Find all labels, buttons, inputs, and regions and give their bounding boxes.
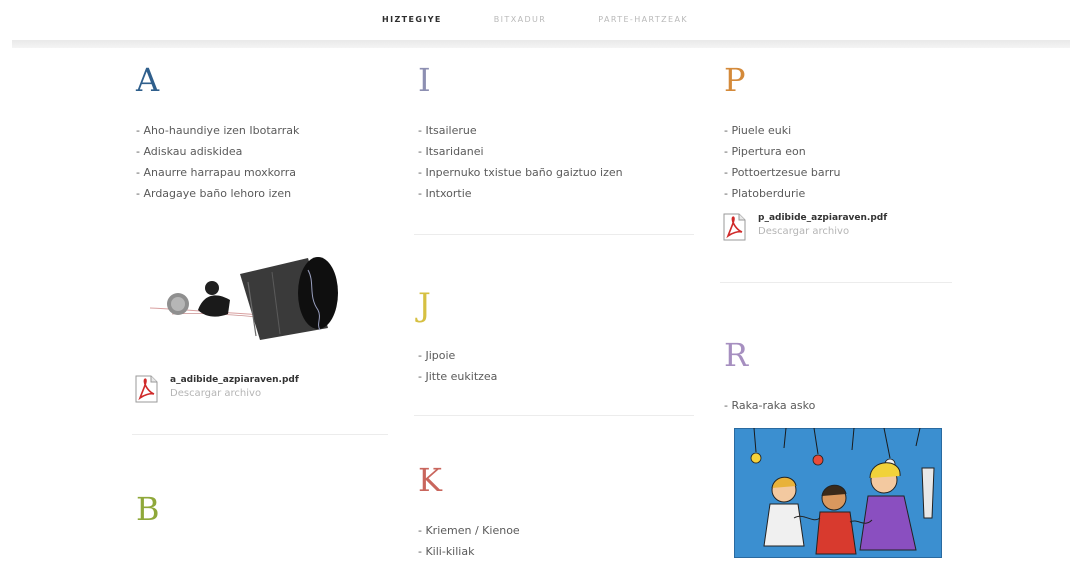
letter-heading-p: P (724, 61, 746, 99)
section-j: J - Jipoie - Jitte eukitzea (414, 235, 694, 416)
list-item[interactable]: - Platoberdurie (724, 183, 952, 204)
attachment-filename[interactable]: a_adibide_azpiaraven.pdf (170, 374, 299, 387)
nav-hiztegiye[interactable]: HIZTEGIYE (382, 15, 442, 24)
section-p: P - Piuele euki - Pipertura eon - Pottoe… (720, 64, 952, 283)
list-item[interactable]: - Anaurre harrapau moxkorra (136, 162, 388, 183)
list-item[interactable]: - Inpernuko txistue baño gaiztuo izen (418, 162, 694, 183)
pdf-file-icon[interactable] (720, 212, 748, 242)
column-1: A - Aho-haundiye izen Ibotarrak - Adiska… (132, 56, 388, 549)
list-item[interactable]: - Ardagaye baño lehoro izen (136, 183, 388, 204)
top-navigation: HIZTEGIYE BITXADUR PARTE-HARTZEAK (0, 0, 1070, 38)
word-list-k: - Kriemen / Kienoe - Kili-kiliak (414, 520, 694, 562)
attachment-filename[interactable]: p_adibide_azpiaraven.pdf (758, 212, 887, 225)
download-link[interactable]: Descargar archivo (170, 387, 299, 401)
lying-can-illustration (149, 257, 338, 340)
list-item[interactable]: - Pottoertzesue barru (724, 162, 952, 183)
children-drawing (734, 428, 942, 558)
nav-bitxadur[interactable]: BITXADUR (494, 15, 546, 24)
attachment-p: p_adibide_azpiaraven.pdf Descargar archi… (720, 212, 952, 242)
letter-heading-j: J (418, 286, 431, 324)
section-b: B (132, 435, 388, 533)
letter-heading-k: K (418, 461, 442, 499)
navbar-divider (12, 40, 1070, 48)
letter-heading-b: B (136, 490, 160, 528)
word-list-j: - Jipoie - Jitte eukitzea (414, 345, 694, 387)
list-item[interactable]: - Intxortie (418, 183, 694, 204)
letter-heading-a: A (136, 61, 160, 99)
column-2: I - Itsailerue - Itsaridanei - Inpernuko… (414, 56, 694, 562)
list-item[interactable]: - Piuele euki (724, 120, 952, 141)
list-item[interactable]: - Raka-raka asko (724, 395, 952, 416)
word-list-p: - Piuele euki - Pipertura eon - Pottoert… (720, 120, 952, 204)
section-i: I - Itsailerue - Itsaridanei - Inpernuko… (414, 64, 694, 235)
list-item[interactable]: - Aho-haundiye izen Ibotarrak (136, 120, 388, 141)
word-list-i: - Itsailerue - Itsaridanei - Inpernuko t… (414, 120, 694, 204)
section-r: R - Raka-raka asko (720, 283, 952, 558)
pdf-file-icon[interactable] (132, 374, 160, 404)
word-list-r: - Raka-raka asko (720, 395, 952, 416)
letter-heading-i: I (418, 61, 431, 99)
column-3: P - Piuele euki - Pipertura eon - Pottoe… (720, 56, 952, 558)
list-item[interactable]: - Pipertura eon (724, 141, 952, 162)
list-item[interactable]: - Itsailerue (418, 120, 694, 141)
list-item[interactable]: - Kriemen / Kienoe (418, 520, 694, 541)
letter-heading-r: R (724, 336, 749, 374)
list-item[interactable]: - Adiskau adiskidea (136, 141, 388, 162)
list-item[interactable]: - Jipoie (418, 345, 694, 366)
list-item[interactable]: - Kili-kiliak (418, 541, 694, 562)
list-item[interactable]: - Jitte eukitzea (418, 366, 694, 387)
attachment-a: a_adibide_azpiaraven.pdf Descargar archi… (132, 374, 388, 404)
section-a: A - Aho-haundiye izen Ibotarrak - Adiska… (132, 64, 388, 435)
word-list-a: - Aho-haundiye izen Ibotarrak - Adiskau … (132, 120, 388, 204)
download-link[interactable]: Descargar archivo (758, 225, 887, 239)
list-item[interactable]: - Itsaridanei (418, 141, 694, 162)
nav-parte-hartzeak[interactable]: PARTE-HARTZEAK (598, 15, 688, 24)
section-k: K - Kriemen / Kienoe - Kili-kiliak (414, 416, 694, 562)
